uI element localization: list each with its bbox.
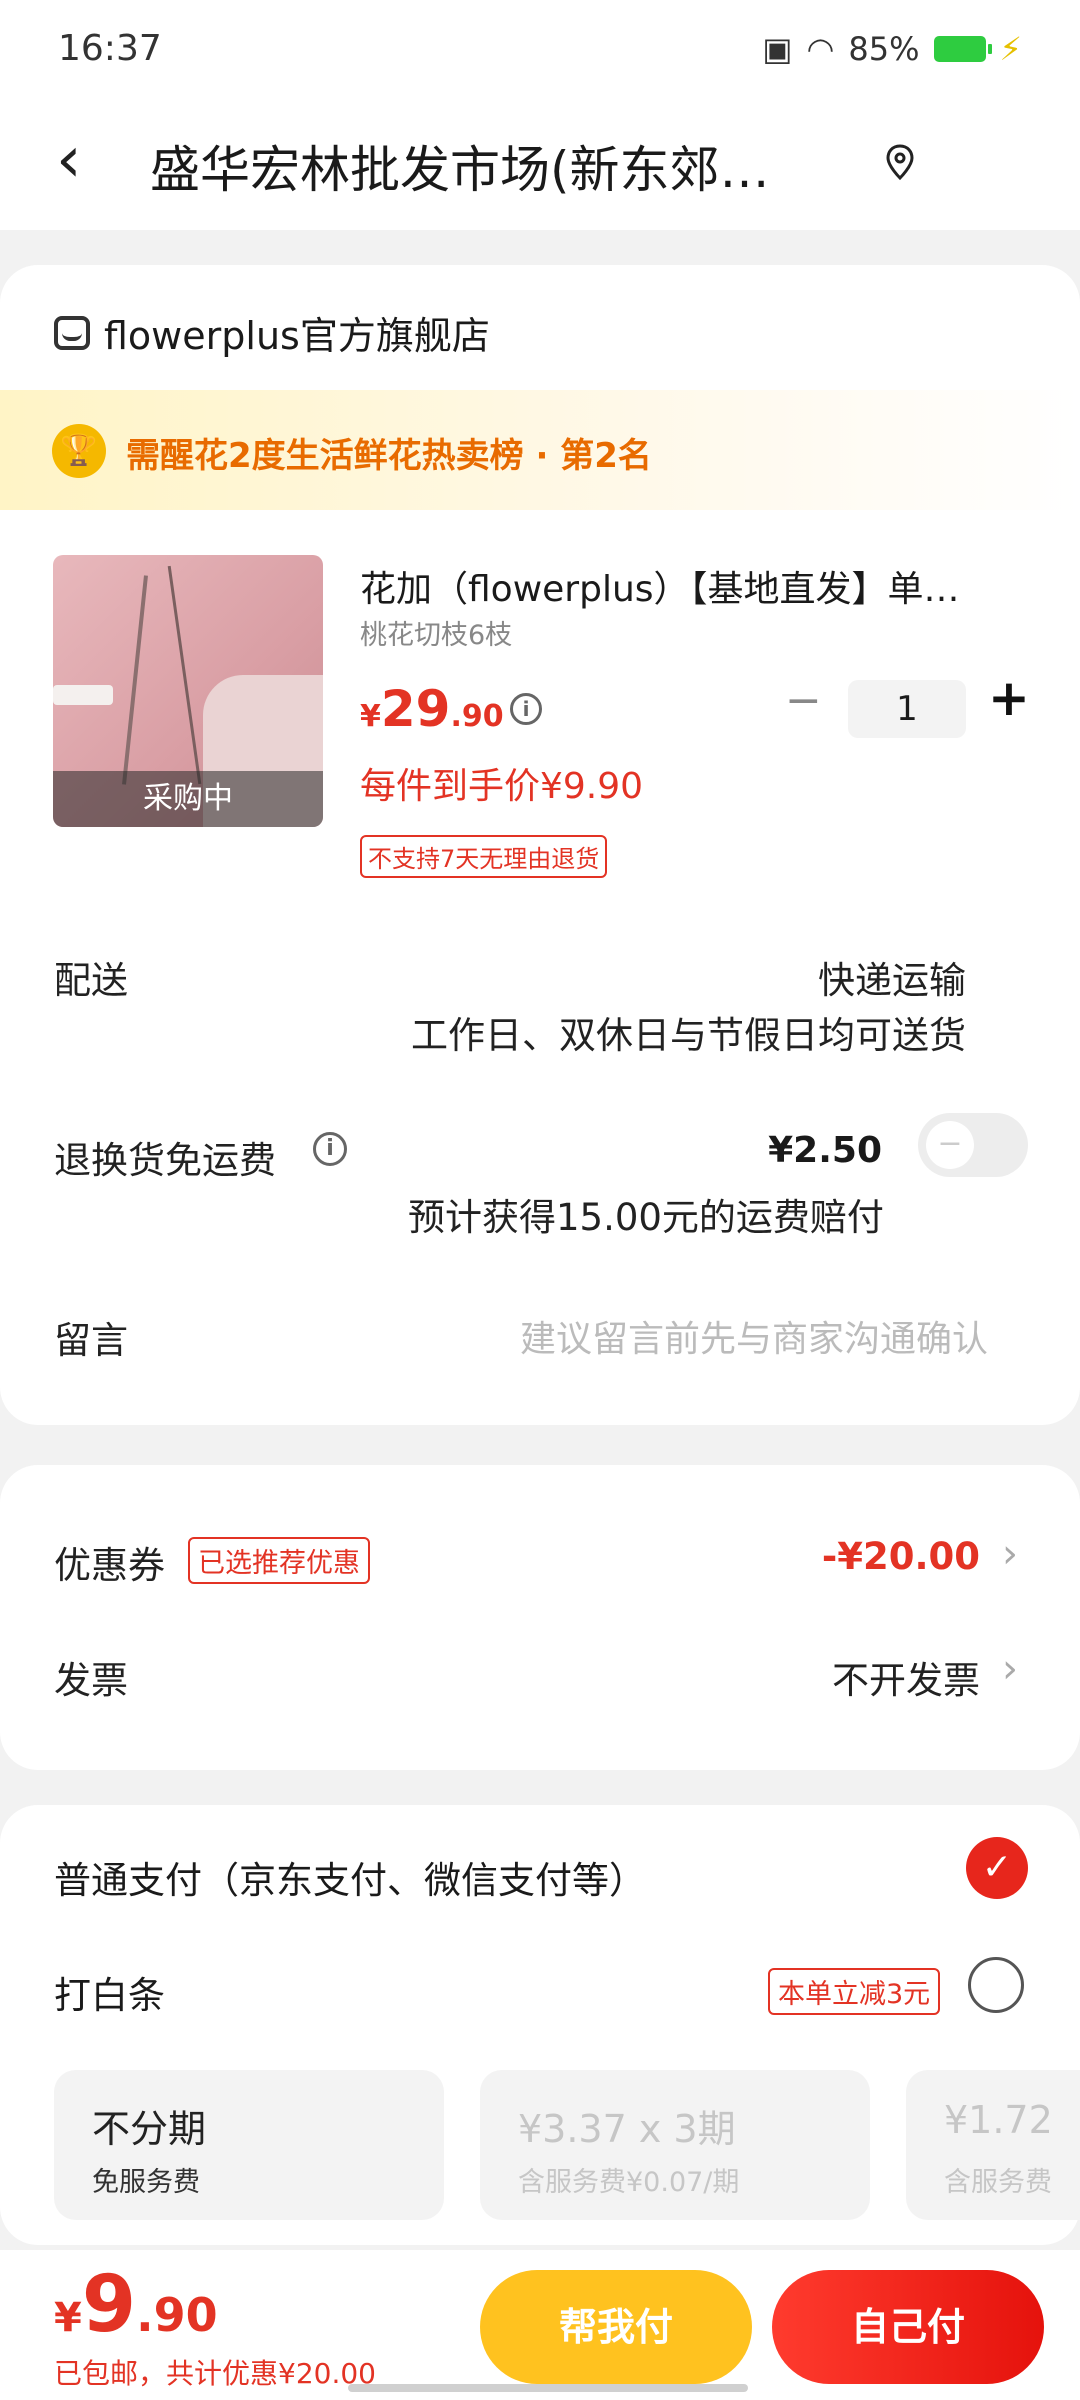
store-row[interactable]: flowerplus官方旗舰店 (54, 305, 490, 360)
purchasing-badge: 采购中 (53, 771, 323, 827)
toggle-knob-icon: − (926, 1121, 974, 1169)
status-time: 16:37 (58, 28, 162, 69)
help-pay-button[interactable]: 帮我付 (480, 2270, 752, 2384)
invoice-label: 发票 (54, 1659, 128, 1702)
return-fee-toggle[interactable]: − (918, 1113, 1028, 1177)
rank-banner[interactable]: 🏆 需醒花2度生活鲜花热卖榜 · 第2名 (0, 390, 1080, 510)
message-input[interactable]: 建议留言前先与商家沟通确认 (520, 1310, 988, 1362)
baitiao-radio[interactable] (968, 1957, 1024, 2013)
status-icons: ▣ ◠ 85% ⚡ (762, 30, 1022, 68)
installment-option[interactable]: ¥1.72 含服务费 (906, 2070, 1080, 2220)
total-price: ¥9.90 (54, 2260, 218, 2350)
notification-icon: ▣ (762, 30, 793, 68)
return-fee-price: ¥2.50 (768, 1130, 882, 1171)
home-indicator[interactable] (348, 2384, 748, 2392)
coupon-tag: 已选推荐优惠 (188, 1537, 370, 1584)
discount-card: 优惠券 已选推荐优惠 -¥20.00 › 发票 不开发票 › (0, 1465, 1080, 1770)
coupon-label: 优惠券 (54, 1544, 165, 1587)
installment-option[interactable]: 不分期 免服务费 (54, 2070, 444, 2220)
shipping-note: 工作日、双休日与节假日均可送货 (411, 1014, 966, 1057)
product-spec: 桃花切枝6枝 (360, 620, 513, 651)
each-price: 每件到手价¥9.90 (360, 766, 644, 807)
payment-card: 普通支付（京东支付、微信支付等） ✓ 打白条 本单立减3元 不分期 免服务费 ¥… (0, 1805, 1080, 2245)
return-fee-label: 退换货免运费 (54, 1139, 276, 1182)
message-label: 留言 (54, 1319, 128, 1362)
invoice-value[interactable]: 不开发票 (832, 1650, 980, 1704)
no-return-badge: 不支持7天无理由退货 (360, 835, 608, 878)
shipping-label: 配送 (54, 959, 128, 1002)
normal-payment-option[interactable]: 普通支付（京东支付、微信支付等） (54, 1850, 646, 1904)
baitiao-option[interactable]: 打白条 (54, 1965, 165, 2019)
shipping-method[interactable]: 快递运输 (818, 950, 966, 1004)
installment-option[interactable]: ¥3.37 x 3期 含服务费¥0.07/期 (480, 2070, 870, 2220)
return-fee-info-icon[interactable]: i (313, 1132, 347, 1166)
wifi-icon: ◠ (806, 30, 835, 68)
self-pay-button[interactable]: 自己付 (772, 2270, 1044, 2384)
quantity-decrease-button[interactable]: − (785, 675, 822, 726)
trophy-icon: 🏆 (52, 424, 106, 478)
return-fee-note: 预计获得15.00元的运费赔付 (408, 1196, 884, 1239)
checkout-bar: ¥9.90 已包邮，共计优惠¥20.00 帮我付 自己付 (0, 2250, 1080, 2400)
quantity-increase-button[interactable]: + (988, 669, 1030, 727)
product-price: ¥29.90 (360, 680, 504, 738)
charging-icon: ⚡ (999, 30, 1022, 68)
order-item-card: flowerplus官方旗舰店 🏆 需醒花2度生活鲜花热卖榜 · 第2名 采购中… (0, 265, 1080, 1425)
coupon-value[interactable]: -¥20.00 (822, 1535, 980, 1578)
quantity-input[interactable]: 1 (848, 680, 966, 738)
top-bar: ‹ 盛华宏林批发市场(新东郊… (0, 100, 1080, 230)
battery-icon (933, 36, 992, 62)
chevron-right-icon[interactable]: › (1002, 1646, 1018, 1692)
status-bar: 16:37 ▣ ◠ 85% ⚡ (0, 0, 1080, 100)
baitiao-discount-tag: 本单立减3元 (768, 1968, 941, 2015)
total-summary: 已包邮，共计优惠¥20.00 (54, 2357, 376, 2390)
back-icon[interactable]: ‹ (56, 128, 82, 192)
location-pin-icon[interactable] (880, 142, 920, 182)
rank-text: 需醒花2度生活鲜花热卖榜 · 第2名 (126, 436, 652, 476)
product-name[interactable]: 花加（flowerplus）【基地直发】单… (360, 560, 1020, 612)
store-name: flowerplus官方旗舰店 (104, 314, 490, 358)
chevron-right-icon[interactable]: › (1002, 1531, 1018, 1577)
store-icon (54, 315, 90, 350)
battery-percent: 85% (848, 30, 920, 68)
price-info-icon[interactable]: i (510, 693, 542, 725)
checkmark-icon[interactable]: ✓ (966, 1837, 1028, 1899)
page-title[interactable]: 盛华宏林批发市场(新东郊… (150, 130, 850, 202)
product-image[interactable]: 采购中 (53, 555, 323, 827)
